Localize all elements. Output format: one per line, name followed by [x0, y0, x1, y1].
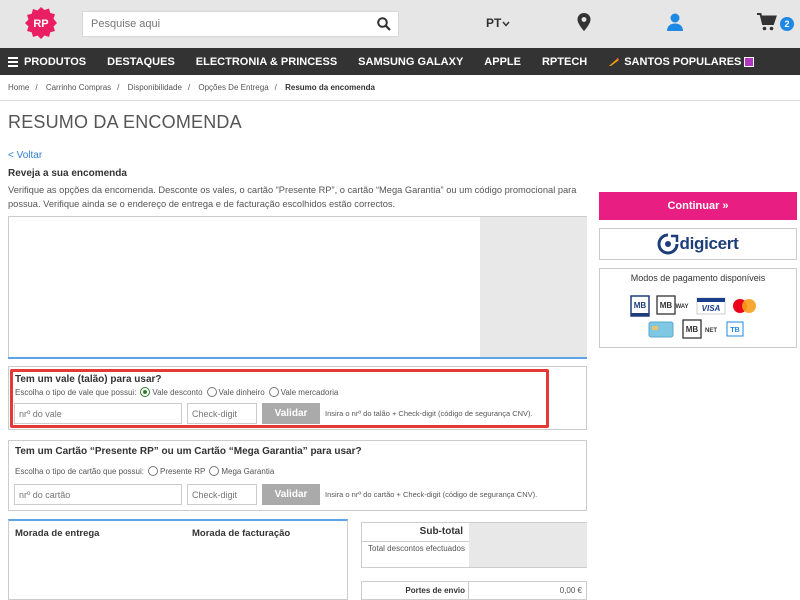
radio-vale-dinheiro[interactable] [206, 387, 217, 397]
mastercard-icon [733, 299, 756, 313]
back-link[interactable]: < Voltar [8, 150, 42, 161]
search-icon[interactable] [377, 17, 391, 31]
radio-label: Vale dinheiro [218, 387, 265, 397]
chevron-down-icon [502, 21, 510, 27]
svg-text:MB: MB [634, 301, 647, 310]
svg-text:NET: NET [705, 328, 717, 334]
cart-box-border [8, 357, 587, 359]
visa-icon: VISA [696, 297, 726, 315]
rp-logo[interactable]: RP [25, 7, 57, 39]
search-input[interactable] [83, 12, 363, 36]
radio-label: Mega Garantia [221, 466, 275, 476]
totals-values-column [469, 523, 587, 567]
nav-item-apple[interactable]: APPLE [484, 56, 521, 68]
svg-text:MB: MB [660, 301, 673, 310]
radio-vale-desconto[interactable] [140, 387, 151, 397]
nav-item-destaques[interactable]: DESTAQUES [107, 56, 175, 68]
cart-count-badge: 2 [780, 17, 794, 31]
menu-icon [8, 55, 18, 69]
radio-label: Vale mercadoria [280, 387, 339, 397]
card-type-row: Escolha o tipo de cartão que possui: Pre… [15, 466, 274, 476]
shipping-label: Portes de envio [405, 586, 465, 595]
nav-item-santos-populares[interactable]: SANTOS POPULARES [608, 55, 755, 68]
svg-text:WAY: WAY [675, 304, 688, 310]
cart-price-column [480, 217, 587, 359]
radio-mega-garantia[interactable] [209, 466, 220, 476]
subtotal-label: Sub-total [419, 526, 463, 537]
voucher-type-label: Escolha o tipo de vale que possui: [15, 387, 137, 397]
location-pin-icon[interactable] [577, 13, 591, 31]
breadcrumb: Home / Carrinho Compras / Disponibilidade /… [8, 83, 375, 92]
review-text: Verifique as opções da encomenda. Descon… [8, 185, 577, 209]
digicert-seal[interactable]: digicert [599, 228, 797, 260]
review-title: Reveja a sua encomenda [8, 168, 127, 179]
voucher-validate-button[interactable]: Validar [262, 403, 320, 424]
billing-address-label: Morada de facturação [192, 528, 291, 539]
main-nav: PRODUTOS DESTAQUES ELECTRONIA & PRINCESS… [0, 48, 800, 75]
svg-text:TB: TB [730, 327, 739, 334]
card-check-digit-input[interactable] [187, 484, 257, 505]
svg-text:MB: MB [686, 325, 699, 334]
nav-item-electronia[interactable]: ELECTRONIA & PRINCESS [196, 56, 337, 68]
user-icon[interactable] [667, 13, 683, 31]
shipping-address-label: Morada de entrega [15, 528, 100, 539]
voucher-check-digit-input[interactable] [187, 403, 257, 424]
svg-text:RP: RP [33, 18, 48, 30]
language-label: PT [486, 16, 502, 30]
breadcrumb-delivery[interactable]: Opções De Entrega [198, 83, 268, 92]
svg-text:VISA: VISA [702, 304, 721, 313]
voucher-title: Tem um vale (talão) para usar? [15, 374, 162, 385]
card-type-label: Escolha o tipo de cartão que possui: [15, 466, 144, 476]
top-header: RP PT 2 [0, 0, 800, 48]
radio-vale-mercadoria[interactable] [268, 387, 279, 397]
mbway-icon: MB WAY [656, 295, 689, 315]
divider [362, 541, 469, 542]
card-validate-button[interactable]: Validar [262, 484, 320, 505]
digicert-label: digicert [679, 234, 739, 253]
card-icon [648, 321, 674, 338]
voucher-number-input[interactable] [14, 403, 182, 424]
nav-item-samsung[interactable]: SAMSUNG GALAXY [358, 56, 463, 68]
search-box [82, 11, 399, 37]
breadcrumb-current: Resumo da encomenda [285, 83, 375, 92]
divider [468, 581, 469, 600]
digicert-logo-icon [658, 233, 679, 255]
voucher-type-row: Escolha o tipo de vale que possui: Vale … [15, 387, 338, 397]
radio-label: Presente RP [159, 466, 206, 476]
payment-methods-title: Modos de pagamento disponíveis [630, 273, 766, 283]
breadcrumb-cart[interactable]: Carrinho Compras [46, 83, 111, 92]
nav-label: PRODUTOS [24, 55, 87, 68]
nav-item-produtos[interactable]: PRODUTOS [8, 55, 86, 69]
page-title: RESUMO DA ENCOMENDA [8, 112, 242, 132]
discounts-label: Total descontos efectuados [368, 544, 465, 553]
continue-button[interactable]: Continuar » [599, 192, 797, 220]
language-selector[interactable]: PT [486, 16, 510, 30]
gift-card-title: Tem um Cartão “Presente RP” ou um Cartão… [15, 446, 362, 457]
breadcrumb-availability[interactable]: Disponibilidade [128, 83, 182, 92]
tb-icon: TB [726, 321, 744, 337]
multibanco-icon: MB [630, 295, 650, 317]
nav-label: SANTOS POPULARES [624, 55, 742, 68]
nav-item-rptech[interactable]: RPTECH [542, 56, 587, 68]
cart-items-box [8, 216, 587, 359]
payment-logos: MB MB WAY VISA MB NET TB [630, 295, 756, 339]
radio-presente-rp[interactable] [147, 466, 158, 476]
divider [0, 100, 800, 101]
cart-icon[interactable] [757, 13, 777, 31]
breadcrumb-home[interactable]: Home [8, 83, 29, 92]
party-icon [744, 56, 755, 67]
card-hint: Insira o nrº do cartão + Check-digit (có… [325, 490, 538, 499]
sardine-icon [609, 57, 620, 66]
voucher-hint: Insira o nrº do talão + Check-digit (cód… [325, 409, 533, 418]
radio-label: Vale desconto [152, 387, 203, 397]
card-number-input[interactable] [14, 484, 182, 505]
mbnet-icon: MB NET [682, 319, 717, 339]
shipping-value: 0,00 € [559, 586, 582, 595]
